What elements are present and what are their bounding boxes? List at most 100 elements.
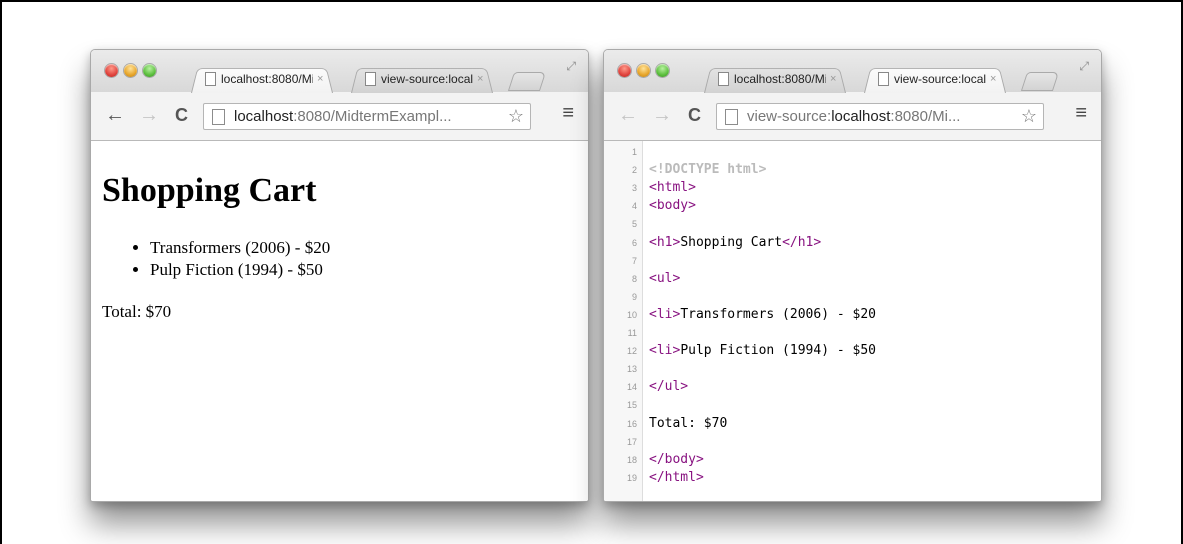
new-tab-button[interactable] (507, 72, 547, 91)
page-icon (212, 109, 225, 125)
line-number: 17 (626, 436, 637, 447)
tab-title: localhost:8080/MidtermExample (221, 71, 313, 86)
line-number: 5 (631, 219, 637, 230)
line-number: 4 (631, 201, 637, 212)
address-text[interactable]: view-source:localhost:8080/Mi... (747, 108, 1015, 125)
new-tab-button[interactable] (1020, 72, 1060, 91)
fullscreen-icon[interactable]: ⤢ (1079, 59, 1089, 74)
window-controls (618, 64, 675, 77)
page-icon (365, 71, 376, 86)
menu-icon[interactable]: ≡ (1075, 102, 1087, 125)
back-button[interactable]: ← (105, 104, 125, 126)
html-tag: </body> (649, 451, 704, 467)
cart-total: Total: $70 (102, 302, 172, 321)
reload-button[interactable]: C (688, 104, 701, 126)
zoom-window-button[interactable] (656, 64, 669, 77)
text-node: Transformers (2006) - $20 (680, 306, 876, 322)
html-tag: <html> (649, 180, 696, 196)
browser-window-source: localhost:8080/MidtermExample × view-sou… (603, 49, 1102, 502)
list-item: Transformers (2006) - $20 (150, 237, 588, 259)
tab-close-icon[interactable]: × (477, 73, 483, 85)
tab-view-source-content: view-source:localhost:8080/MidtermExampl… (351, 65, 491, 92)
close-window-button[interactable] (618, 64, 631, 77)
line-number: 10 (626, 309, 637, 320)
address-host: localhost (234, 108, 294, 125)
tab-strip: localhost:8080/MidtermExample × view-sou… (91, 50, 588, 93)
page-icon (878, 71, 889, 86)
html-tag: </ul> (649, 379, 689, 395)
tab-title: view-source:localhost:8080/MidtermExampl… (381, 71, 473, 86)
forward-button[interactable]: → (139, 104, 159, 126)
toolbar: ← → C localhost:8080/MidtermExampl... ☆ … (91, 92, 588, 141)
tab-localhost-content: localhost:8080/MidtermExample × (191, 65, 331, 92)
source-line: 4 <body> (604, 198, 1101, 214)
close-window-button[interactable] (105, 64, 118, 77)
back-button[interactable]: ← (618, 104, 638, 126)
line-number: 2 (631, 165, 637, 176)
source-line: 15 (604, 399, 1101, 411)
reload-button[interactable]: C (175, 104, 188, 126)
source-line: 12 <li>Pulp Fiction (1994) - $50 (604, 343, 1101, 359)
source-line: 1 (604, 146, 1101, 158)
toolbar: ← → C view-source:localhost:8080/Mi... ☆… (604, 92, 1101, 141)
tab-close-icon[interactable]: × (830, 73, 836, 85)
source-line: 7 (604, 255, 1101, 267)
line-number: 3 (631, 183, 637, 194)
tab-close-icon[interactable]: × (317, 73, 323, 85)
source-line: 2 <!DOCTYPE html> (604, 163, 1101, 176)
source-line: 3 <html> (604, 180, 1101, 196)
forward-button[interactable]: → (652, 104, 672, 126)
tab-strip: localhost:8080/MidtermExample × view-sou… (604, 50, 1101, 93)
address-text[interactable]: localhost:8080/MidtermExampl... (234, 108, 502, 125)
source-code: <!DOCTYPE html> (649, 163, 766, 176)
source-line: 6 <h1>Shopping Cart</h1> (604, 234, 1101, 250)
line-number: 11 (627, 328, 637, 338)
bookmark-star-icon[interactable]: ☆ (1021, 106, 1037, 127)
page-icon (205, 71, 216, 86)
source-line: 18 </body> (604, 451, 1101, 467)
tab-view-source-content: view-source:localhost:8080/MidtermExampl… (864, 65, 1004, 92)
zoom-window-button[interactable] (143, 64, 156, 77)
source-code: <body> (649, 198, 696, 214)
address-bar[interactable]: localhost:8080/MidtermExampl... ☆ (203, 103, 531, 130)
source-code-view: 1 2 <!DOCTYPE html> 3 <html> 4 <body> 5 6 <h1>Sho… (604, 141, 1101, 501)
text-node: Total: $70 (649, 415, 728, 431)
source-code: Total: $70 (649, 415, 728, 431)
line-number: 7 (631, 255, 637, 266)
line-number: 6 (631, 237, 637, 248)
html-tag: <h1> (649, 234, 681, 250)
html-tag: </h1> (782, 234, 822, 250)
source-line: 14 </ul> (604, 379, 1101, 395)
html-tag: <li> (649, 306, 681, 322)
source-line: 13 (604, 363, 1101, 375)
line-number: 18 (626, 454, 637, 465)
tab-title: localhost:8080/MidtermExample (734, 71, 826, 86)
minimize-window-button[interactable] (637, 64, 650, 77)
line-number: 16 (626, 418, 637, 429)
address-host: localhost (831, 108, 891, 125)
source-viewport: 1 2 <!DOCTYPE html> 3 <html> 4 <body> 5 6 <h1>Sho… (604, 141, 1101, 501)
window-controls (105, 64, 162, 77)
browser-window-rendered: localhost:8080/MidtermExample × view-sou… (90, 49, 589, 502)
tab-close-icon[interactable]: × (990, 73, 996, 85)
source-code: <html> (649, 180, 696, 196)
minimize-window-button[interactable] (124, 64, 137, 77)
html-tag: <body> (649, 198, 696, 214)
menu-icon[interactable]: ≡ (562, 102, 574, 125)
html-tag: <li> (649, 343, 681, 359)
source-line: 10 <li>Transformers (2006) - $20 (604, 306, 1101, 322)
source-line: 5 (604, 218, 1101, 230)
source-line: 16 Total: $70 (604, 415, 1101, 431)
bookmark-star-icon[interactable]: ☆ (508, 106, 524, 127)
cart-list: Transformers (2006) - $20 Pulp Fiction (… (102, 237, 588, 281)
source-line: 19 </html> (604, 469, 1101, 485)
fullscreen-icon[interactable]: ⤢ (566, 59, 576, 74)
source-line: 11 (604, 327, 1101, 339)
source-code: <li>Pulp Fiction (1994) - $50 (649, 343, 876, 359)
tab-title: view-source:localhost:8080/MidtermExampl… (894, 71, 986, 86)
tab-localhost-content: localhost:8080/MidtermExample × (704, 65, 844, 92)
html-tag: </html> (649, 469, 704, 485)
list-item: Pulp Fiction (1994) - $50 (150, 259, 588, 281)
address-bar[interactable]: view-source:localhost:8080/Mi... ☆ (716, 103, 1044, 130)
text-node: Shopping Cart (680, 234, 783, 250)
